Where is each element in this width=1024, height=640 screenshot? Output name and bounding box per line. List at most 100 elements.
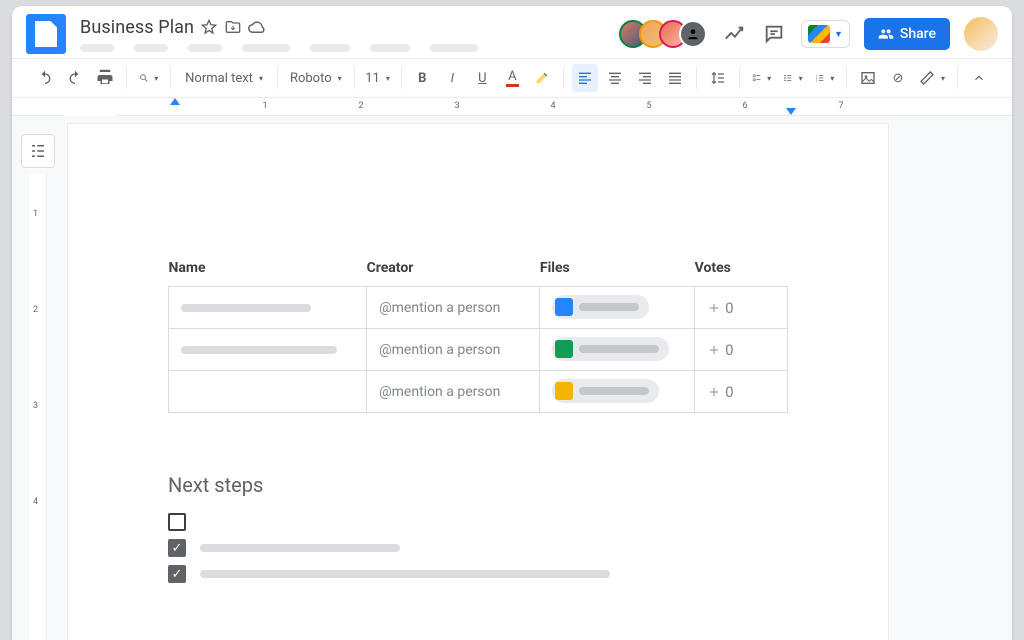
underline-button[interactable]: U	[469, 64, 495, 92]
bullet-list-button[interactable]	[779, 64, 807, 92]
share-button-label: Share	[900, 26, 936, 42]
align-right-button[interactable]	[632, 64, 658, 92]
section-heading-next-steps[interactable]: Next steps	[168, 473, 788, 497]
collaborator-avatar-anonymous[interactable]	[679, 20, 707, 48]
ruler-tick: 3	[33, 401, 38, 411]
undo-button[interactable]	[32, 64, 58, 92]
mention-placeholder[interactable]: @mention a person	[379, 342, 500, 358]
presence-avatars[interactable]	[627, 20, 707, 48]
clear-formatting-button[interactable]: ⊘	[885, 64, 911, 92]
share-button[interactable]: Share	[864, 18, 950, 50]
comment-history-icon[interactable]	[761, 21, 787, 47]
chevron-down-icon: ▼	[834, 29, 843, 40]
move-folder-icon[interactable]	[224, 18, 242, 36]
ruler-tick: 4	[33, 497, 38, 507]
ruler-tick: 4	[550, 101, 555, 111]
ruler-tick: 5	[646, 101, 651, 111]
checkbox-checked-icon[interactable]	[168, 565, 186, 583]
toolbar-separator	[126, 67, 127, 89]
formatting-toolbar: Normal text Roboto 11 B I U A 123 ⊘	[12, 58, 1012, 98]
paragraph-style-dropdown[interactable]: Normal text	[179, 64, 269, 92]
bold-button[interactable]: B	[409, 64, 435, 92]
left-gutter: 1 2 3 4	[12, 116, 64, 640]
toolbar-separator	[739, 67, 740, 89]
document-title[interactable]: Business Plan	[80, 17, 194, 38]
document-page[interactable]: Name Creator Files Votes @mention a pers…	[68, 124, 888, 640]
content-table[interactable]: Name Creator Files Votes @mention a pers…	[168, 254, 788, 413]
file-chip[interactable]	[552, 337, 669, 361]
vertical-ruler[interactable]: 1 2 3 4	[29, 174, 47, 640]
paragraph-style-value: Normal text	[185, 71, 253, 86]
horizontal-ruler[interactable]: 1 2 3 4 5 6 7	[116, 98, 1012, 116]
column-header-name: Name	[169, 254, 367, 287]
title-row: Business Plan	[80, 17, 478, 38]
checkbox-checked-icon[interactable]	[168, 539, 186, 557]
ruler-tick: 3	[454, 101, 459, 111]
ruler-tick: 6	[742, 101, 747, 111]
editing-mode-button[interactable]	[915, 64, 949, 92]
placeholder-text	[181, 346, 337, 354]
redo-button[interactable]	[62, 64, 88, 92]
placeholder-text	[200, 570, 610, 578]
title-bar-right: ▼ Share	[627, 17, 998, 51]
font-size-value: 11	[365, 71, 380, 86]
align-justify-button[interactable]	[662, 64, 688, 92]
ruler-tick: 1	[262, 101, 267, 111]
table-row[interactable]: @mention a person 0	[169, 371, 788, 413]
column-header-files: Files	[540, 254, 695, 287]
star-icon[interactable]	[200, 18, 218, 36]
align-center-button[interactable]	[602, 64, 628, 92]
checkbox-unchecked-icon[interactable]	[168, 513, 186, 531]
collapse-toolbar-button[interactable]	[966, 64, 992, 92]
toolbar-separator	[170, 67, 171, 89]
title-block: Business Plan	[80, 17, 478, 52]
text-color-button[interactable]: A	[499, 64, 525, 92]
mention-placeholder[interactable]: @mention a person	[379, 300, 500, 316]
italic-button[interactable]: I	[439, 64, 465, 92]
insert-image-button[interactable]	[855, 64, 881, 92]
checklist-button[interactable]	[748, 64, 776, 92]
activity-icon[interactable]	[721, 21, 747, 47]
placeholder-text	[579, 387, 649, 395]
editor-workarea: 1 2 3 4 Name Creator Files Votes	[12, 116, 1012, 640]
table-row[interactable]: @mention a person 0	[169, 329, 788, 371]
account-avatar[interactable]	[964, 17, 998, 51]
cloud-status-icon[interactable]	[248, 18, 266, 36]
checklist-item[interactable]	[168, 539, 788, 557]
title-bar: Business Plan ▼	[12, 6, 1012, 58]
app-window: Business Plan ▼	[12, 6, 1012, 640]
menu-bar[interactable]	[80, 44, 478, 52]
document-outline-button[interactable]	[21, 134, 55, 168]
toolbar-separator	[277, 67, 278, 89]
placeholder-text	[579, 345, 659, 353]
column-header-votes: Votes	[695, 254, 788, 287]
ruler-tick: 2	[33, 305, 38, 315]
docs-logo[interactable]	[26, 14, 66, 54]
ruler-tick: 2	[358, 101, 363, 111]
font-size-dropdown[interactable]: 11	[363, 64, 393, 92]
meet-button[interactable]: ▼	[801, 20, 850, 48]
vote-count[interactable]: 0	[707, 299, 775, 317]
vote-count[interactable]: 0	[707, 341, 775, 359]
numbered-list-button[interactable]: 123	[811, 64, 839, 92]
toolbar-right	[915, 64, 992, 92]
toolbar-separator	[696, 67, 697, 89]
align-left-button[interactable]	[572, 64, 598, 92]
file-chip[interactable]	[552, 295, 649, 319]
checklist-item[interactable]	[168, 513, 788, 531]
sheets-file-icon	[555, 340, 573, 358]
font-dropdown[interactable]: Roboto	[286, 64, 346, 92]
checklist-item[interactable]	[168, 565, 788, 583]
zoom-dropdown[interactable]	[135, 64, 163, 92]
table-row[interactable]: @mention a person 0	[169, 287, 788, 329]
toolbar-separator	[563, 67, 564, 89]
docs-file-icon	[555, 298, 573, 316]
mention-placeholder[interactable]: @mention a person	[379, 384, 500, 400]
toolbar-separator	[354, 67, 355, 89]
file-chip[interactable]	[552, 379, 659, 403]
placeholder-text	[200, 544, 400, 552]
highlight-button[interactable]	[529, 64, 555, 92]
vote-count[interactable]: 0	[707, 383, 775, 401]
line-spacing-button[interactable]	[705, 64, 731, 92]
print-button[interactable]	[92, 64, 118, 92]
